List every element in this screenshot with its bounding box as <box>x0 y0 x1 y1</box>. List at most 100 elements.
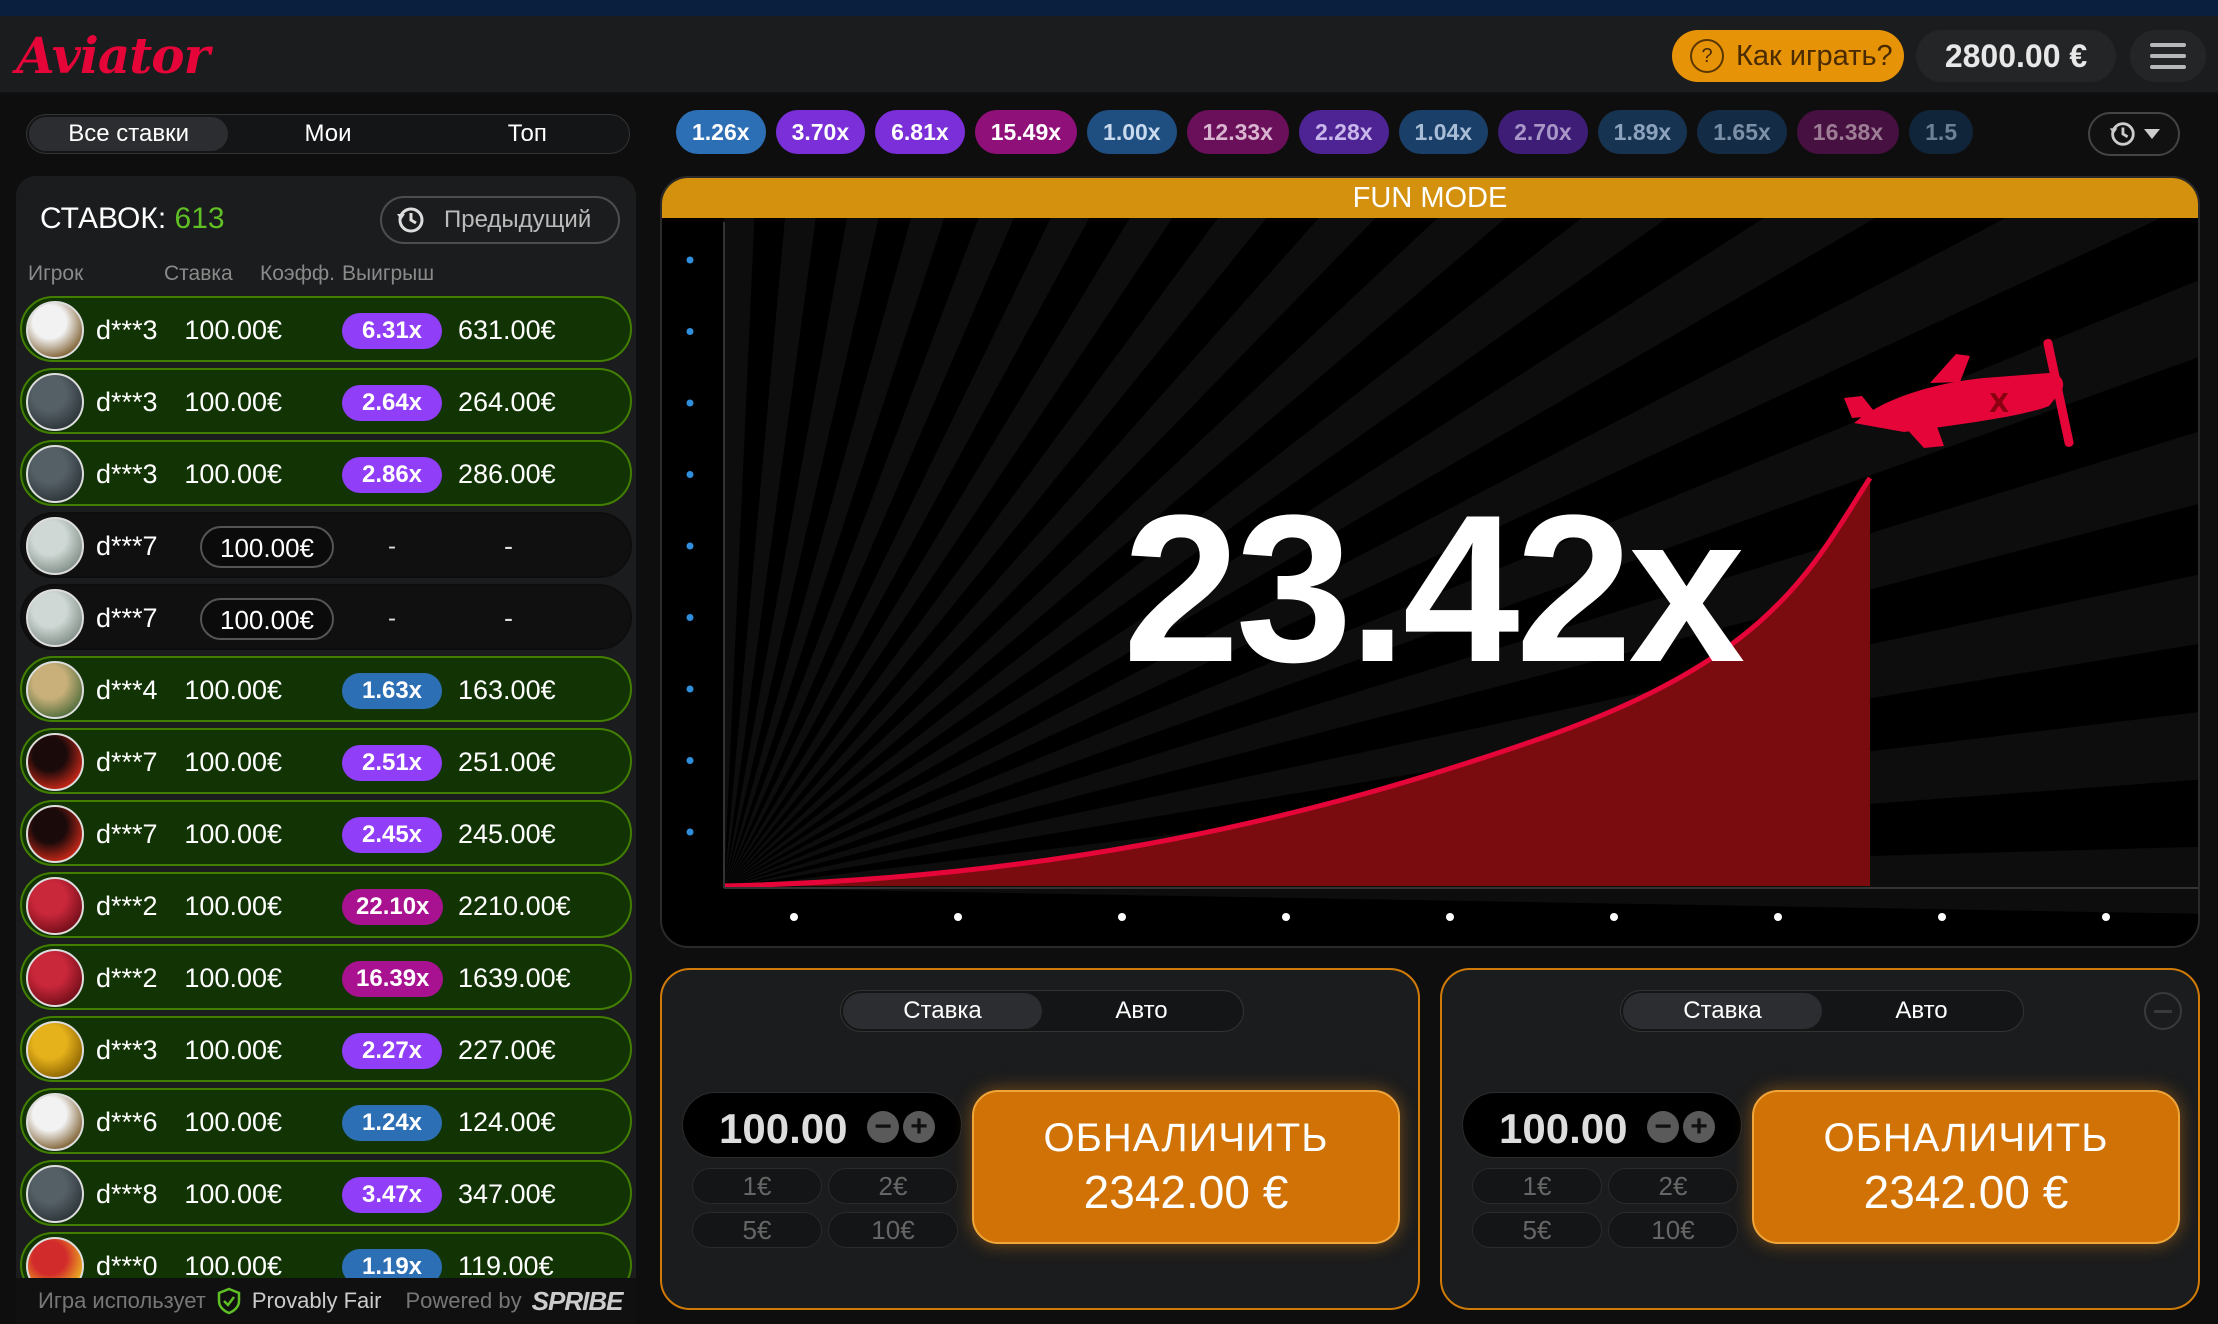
bet-amount: 100.00€ <box>184 747 282 777</box>
win-amount: 124.00€ <box>458 1107 556 1137</box>
stake-value: 100.00 <box>719 1105 848 1152</box>
player-name: d***7 <box>96 603 158 633</box>
bet-amount: 100.00€ <box>184 459 282 489</box>
history-multiplier[interactable]: 2.70x <box>1498 110 1588 154</box>
plus-button[interactable]: + <box>903 1111 935 1143</box>
cashout-button[interactable]: ОБНАЛИЧИТЬ 2342.00 € <box>1752 1090 2180 1244</box>
coef-badge: 2.64x <box>342 385 442 421</box>
bet-amount: 100.00€ <box>184 963 282 993</box>
previous-round-label: Предыдущий <box>444 206 592 233</box>
fun-mode-banner: FUN MODE <box>662 178 2198 218</box>
history-multiplier[interactable]: 2.28x <box>1298 110 1389 154</box>
provably-fair-link[interactable]: Provably Fair <box>252 1288 382 1314</box>
powered-by-label: Powered by <box>405 1288 522 1313</box>
bet-mode-tabs: Ставка Авто <box>840 990 1244 1032</box>
previous-round-button[interactable]: Предыдущий <box>380 196 620 244</box>
column-bet: Ставка <box>164 262 233 285</box>
tab-all-bets[interactable]: Все ставки <box>29 117 229 151</box>
cashout-amount: 2342.00 € <box>1083 1165 1289 1218</box>
tab-my-bets[interactable]: Мои <box>228 117 427 151</box>
cashout-button[interactable]: ОБНАЛИЧИТЬ 2342.00 € <box>972 1090 1400 1244</box>
aviator-logo[interactable]: Aviator <box>16 26 210 85</box>
history-multiplier[interactable]: 16.38x <box>1796 110 1900 154</box>
quick-bet-1[interactable]: 1€ <box>692 1168 822 1204</box>
spribe-logo[interactable]: SPRIBE <box>532 1286 624 1317</box>
win-amount: 163.00€ <box>458 675 556 705</box>
game-area: X FUN MODE 23.42x <box>660 176 2200 948</box>
x-axis-dots <box>790 913 2110 921</box>
x-axis-dot <box>1282 913 1290 921</box>
coef-badge: 22.10x <box>342 889 444 925</box>
mask-avatar <box>26 733 84 791</box>
quick-bet-10[interactable]: 10€ <box>828 1212 958 1248</box>
bet-row: d***6 100.00€ 1.24x 124.00€ <box>20 1088 632 1154</box>
quick-bet-5[interactable]: 5€ <box>1472 1212 1602 1248</box>
minus-button[interactable]: − <box>1647 1111 1679 1143</box>
dragon-avatar <box>26 373 84 431</box>
history-multiplier[interactable]: 1.26x <box>676 110 766 154</box>
win-amount: 1639.00€ <box>458 963 571 993</box>
bet-amount: 100.00€ <box>184 891 282 921</box>
x-axis-dot <box>790 913 798 921</box>
bet-row: d***7 100.00€ 2.51x 251.00€ <box>20 728 632 794</box>
coef-badge: - <box>388 605 396 632</box>
plus-button[interactable]: + <box>1683 1111 1715 1143</box>
stake-value: 100.00 <box>1499 1105 1628 1152</box>
column-player: Игрок <box>28 262 84 285</box>
history-multiplier[interactable]: 1.00x <box>1087 110 1177 154</box>
coef-badge: 1.63x <box>342 673 442 709</box>
history-multiplier[interactable]: 1.89x <box>1597 110 1688 154</box>
column-coef: Коэфф. <box>260 262 336 285</box>
tab-auto[interactable]: Авто <box>1042 993 1241 1029</box>
svg-text:X: X <box>1989 389 2009 419</box>
history-multiplier[interactable]: 6.81x <box>875 110 965 154</box>
coef-badge: 1.24x <box>342 1105 442 1141</box>
stake-input[interactable]: 100.00 − + <box>682 1092 962 1158</box>
coef-badge: 2.51x <box>342 745 442 781</box>
bets-list: d***3 100.00€ 6.31x 631.00€ d***3 100.00€ 2.64… <box>20 296 632 1304</box>
history-multiplier[interactable]: 1.65x <box>1697 110 1787 154</box>
quick-bet-5[interactable]: 5€ <box>692 1212 822 1248</box>
how-to-play-button[interactable]: ? Как играть? <box>1672 30 1904 82</box>
current-multiplier: 23.42x <box>1122 471 1745 706</box>
history-multiplier[interactable]: 1.5 <box>1909 110 1974 154</box>
coef-badge: 2.27x <box>342 1033 442 1069</box>
win-amount: 264.00€ <box>458 387 556 417</box>
bet-amount: 100.00€ <box>184 675 282 705</box>
how-to-play-label: Как играть? <box>1736 39 1893 72</box>
history-toggle-button[interactable] <box>2088 112 2180 156</box>
tab-bet[interactable]: Ставка <box>843 993 1042 1029</box>
minus-button[interactable]: − <box>867 1111 899 1143</box>
history-multiplier[interactable]: 15.49x <box>974 110 1078 154</box>
tab-top[interactable]: Топ <box>428 117 627 151</box>
win-amount: 347.00€ <box>458 1179 556 1209</box>
win-amount: - <box>504 603 513 633</box>
quick-bet-2[interactable]: 2€ <box>1608 1168 1738 1204</box>
quick-bet-2[interactable]: 2€ <box>828 1168 958 1204</box>
bet-row: d***7 100.00€ - - <box>20 512 632 578</box>
history-multiplier[interactable]: 3.70x <box>775 110 866 154</box>
history-multiplier[interactable]: 1.04x <box>1398 110 1489 154</box>
bet-panel-1: Ставка Авто 100.00 − + 1€ 2€ 5€ 10€ ОБНА… <box>660 968 1420 1310</box>
dragon-avatar <box>26 445 84 503</box>
bet-amount: 100.00€ <box>184 1107 282 1137</box>
menu-button[interactable] <box>2130 30 2206 82</box>
remove-panel-button[interactable] <box>2144 992 2182 1030</box>
bet-row: d***4 100.00€ 1.63x 163.00€ <box>20 656 632 722</box>
bet-row: d***3 100.00€ 2.64x 264.00€ <box>20 368 632 434</box>
shield-icon <box>217 1287 241 1315</box>
bets-count-label: СТАВОК: <box>40 202 167 235</box>
cashout-label: ОБНАЛИЧИТЬ <box>1043 1115 1329 1160</box>
win-amount: 227.00€ <box>458 1035 556 1065</box>
quick-bet-1[interactable]: 1€ <box>1472 1168 1602 1204</box>
history-multiplier[interactable]: 12.33x <box>1186 110 1289 154</box>
bet-row: d***2 100.00€ 16.39x 1639.00€ <box>20 944 632 1010</box>
gold-avatar <box>26 1021 84 1079</box>
stake-input[interactable]: 100.00 − + <box>1462 1092 1742 1158</box>
quick-bet-10[interactable]: 10€ <box>1608 1212 1738 1248</box>
bet-row: d***7 100.00€ 2.45x 245.00€ <box>20 800 632 866</box>
tab-bet[interactable]: Ставка <box>1623 993 1822 1029</box>
y-axis-dot <box>686 399 694 407</box>
tab-auto[interactable]: Авто <box>1822 993 2021 1029</box>
y-axis-dot <box>686 757 694 764</box>
